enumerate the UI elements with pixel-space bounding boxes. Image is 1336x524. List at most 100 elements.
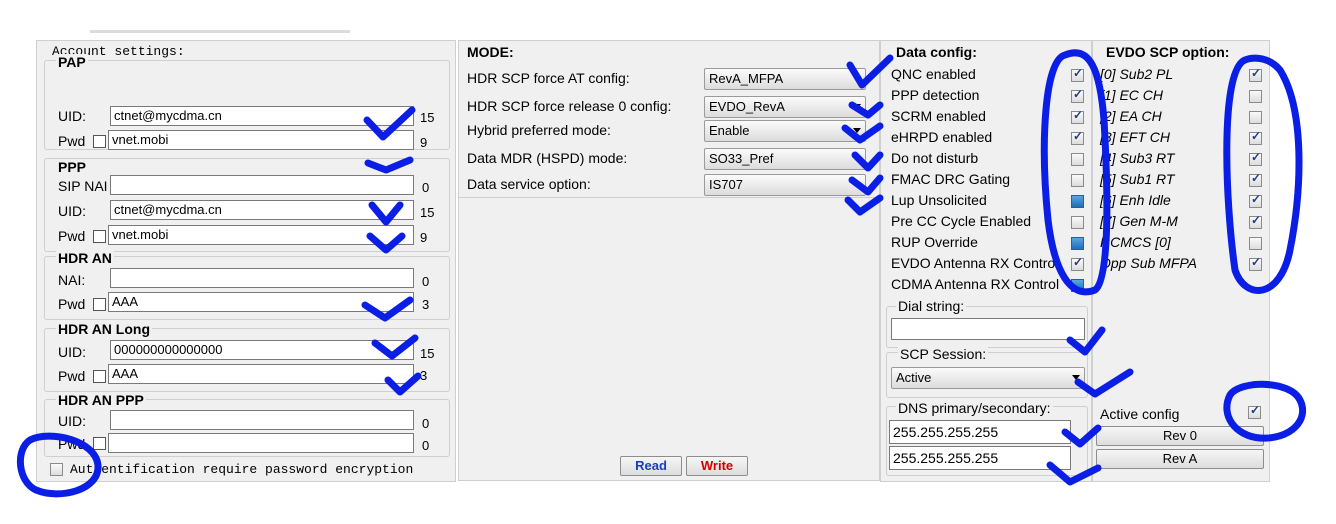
evdo-option-checkbox[interactable] xyxy=(1249,90,1262,103)
ppp-sip-field[interactable] xyxy=(110,175,414,195)
data-config-item-label: eHRPD enabled xyxy=(891,129,993,145)
mode-row-select[interactable]: SO33_Pref xyxy=(704,148,866,170)
data-config-checkbox[interactable] xyxy=(1071,255,1084,271)
hdr-an-pwd-length: 3 xyxy=(422,297,430,312)
evdo-option-checkbox[interactable] xyxy=(1249,129,1262,145)
hdr-an-title: HDR AN xyxy=(56,250,114,266)
ppp-uid-label: UID: xyxy=(58,203,86,219)
ppp-pwd-label: Pwd xyxy=(58,228,86,244)
hdr-an-pwd-field[interactable]: AAA xyxy=(108,292,414,312)
ppp-pwd-checkbox[interactable] xyxy=(93,230,106,243)
hdr-an-pwd-label: Pwd xyxy=(58,296,86,312)
pap-pwd-length: 9 xyxy=(420,135,428,150)
scp-session-title: SCP Session: xyxy=(898,346,989,362)
chevron-down-icon xyxy=(1072,375,1080,380)
auth-encryption-checkbox[interactable] xyxy=(50,463,63,476)
data-config-item-label: SCRM enabled xyxy=(891,108,986,124)
data-config-checkbox[interactable] xyxy=(1071,195,1084,208)
evdo-option-checkbox[interactable] xyxy=(1249,192,1262,208)
chevron-down-icon xyxy=(853,76,861,81)
evdo-option-label: [1] EC CH xyxy=(1100,87,1164,103)
data-config-checkbox[interactable] xyxy=(1071,153,1084,166)
pap-uid-length: 15 xyxy=(420,110,435,125)
evdo-option-checkbox[interactable] xyxy=(1249,111,1262,124)
mode-row-select[interactable]: Enable xyxy=(704,120,866,142)
data-config-item-label: Pre CC Cycle Enabled xyxy=(891,213,1032,229)
ppp-pwd-field[interactable]: vnet.mobi xyxy=(108,225,414,245)
evdo-option-label: RCMCS [0] xyxy=(1100,234,1171,250)
tab-strip-line xyxy=(90,30,350,33)
data-config-checkbox[interactable] xyxy=(1071,279,1084,292)
hdr-an-nai-label: NAI: xyxy=(58,272,86,288)
chevron-down-icon xyxy=(853,128,861,133)
dns-primary-field[interactable]: 255.255.255.255 xyxy=(889,420,1071,444)
data-config-checkbox[interactable] xyxy=(1071,87,1084,103)
active-config-checkbox[interactable] xyxy=(1248,403,1261,419)
chevron-down-icon xyxy=(853,156,861,161)
evdo-option-checkbox[interactable] xyxy=(1249,150,1262,166)
hdr-an-long-title: HDR AN Long xyxy=(56,321,153,337)
rev-0-button[interactable]: Rev 0 xyxy=(1096,426,1264,446)
mode-row-value: EVDO_RevA xyxy=(709,99,785,114)
hdr-an-ppp-pwd-field[interactable] xyxy=(108,433,414,453)
hdr-an-ppp-uid-length: 0 xyxy=(422,416,430,431)
hdr-an-long-pwd-field[interactable]: AAA xyxy=(108,364,414,384)
data-config-checkbox[interactable] xyxy=(1071,174,1084,187)
data-config-item-label: EVDO Antenna RX Control xyxy=(891,255,1059,271)
data-config-checkbox[interactable] xyxy=(1071,129,1084,145)
mode-title: MODE: xyxy=(467,44,514,60)
read-button[interactable]: Read xyxy=(620,456,682,476)
mode-row-label: Data service option: xyxy=(467,176,591,192)
mode-row-label: HDR SCP force AT config: xyxy=(467,70,630,86)
evdo-option-label: [5] Sub1 RT xyxy=(1100,171,1175,187)
data-config-item-label: QNC enabled xyxy=(891,66,976,82)
pap-pwd-checkbox[interactable] xyxy=(93,135,106,148)
evdo-option-checkbox[interactable] xyxy=(1249,66,1262,82)
hdr-an-long-uid-field[interactable]: 000000000000000 xyxy=(110,340,414,360)
mode-row-select[interactable]: RevA_MFPA xyxy=(704,68,866,90)
data-config-checkbox[interactable] xyxy=(1071,108,1084,124)
mode-row-value: IS707 xyxy=(709,177,743,192)
hdr-an-long-pwd-checkbox[interactable] xyxy=(93,370,106,383)
pap-uid-label: UID: xyxy=(58,108,86,124)
hdr-an-ppp-pwd-checkbox[interactable] xyxy=(93,437,106,450)
evdo-option-checkbox[interactable] xyxy=(1249,255,1262,271)
hdr-an-ppp-pwd-label: Pwd xyxy=(58,436,86,452)
ppp-uid-field[interactable]: ctnet@mycdma.cn xyxy=(110,200,414,220)
pap-pwd-label: Pwd xyxy=(58,133,86,149)
mode-row-select[interactable]: EVDO_RevA xyxy=(704,96,866,118)
mode-row-label: Data MDR (HSPD) mode: xyxy=(467,150,628,166)
rev-a-button[interactable]: Rev A xyxy=(1096,449,1264,469)
data-config-item-label: FMAC DRC Gating xyxy=(891,171,1011,187)
mode-row-select[interactable]: IS707 xyxy=(704,174,866,196)
hdr-an-ppp-uid-field[interactable] xyxy=(110,410,414,430)
data-config-checkbox[interactable] xyxy=(1071,66,1084,82)
pap-uid-field[interactable]: ctnet@mycdma.cn xyxy=(110,106,414,126)
dial-string-field[interactable] xyxy=(891,318,1085,340)
dns-title: DNS primary/secondary: xyxy=(896,400,1053,416)
ppp-sip-length: 0 xyxy=(422,180,430,195)
dial-string-title: Dial string: xyxy=(896,298,967,314)
pap-pwd-field[interactable]: vnet.mobi xyxy=(108,130,414,150)
data-config-checkbox[interactable] xyxy=(1071,237,1084,250)
data-config-checkbox[interactable] xyxy=(1071,216,1084,229)
active-config-label: Active config xyxy=(1100,406,1180,422)
ppp-title: PPP xyxy=(56,159,89,175)
evdo-option-checkbox[interactable] xyxy=(1249,213,1262,229)
evdo-option-label: Opp Sub MFPA xyxy=(1100,255,1198,271)
mode-row-label: Hybrid preferred mode: xyxy=(467,122,611,138)
chevron-down-icon xyxy=(853,104,861,109)
write-button[interactable]: Write xyxy=(686,456,748,476)
hdr-an-long-uid-label: UID: xyxy=(58,344,86,360)
hdr-an-pwd-checkbox[interactable] xyxy=(93,298,106,311)
hdr-an-nai-field[interactable] xyxy=(110,268,414,288)
mode-row-value: Enable xyxy=(709,123,750,138)
hdr-an-nai-length: 0 xyxy=(422,274,430,289)
evdo-option-checkbox[interactable] xyxy=(1249,237,1262,250)
evdo-option-checkbox[interactable] xyxy=(1249,171,1262,187)
scp-session-select[interactable]: Active xyxy=(891,367,1085,389)
mode-buttons-area xyxy=(458,198,880,481)
hdr-an-long-uid-length: 15 xyxy=(420,346,435,361)
dns-secondary-field[interactable]: 255.255.255.255 xyxy=(889,446,1071,470)
data-config-item-label: Lup Unsolicited xyxy=(891,192,987,208)
